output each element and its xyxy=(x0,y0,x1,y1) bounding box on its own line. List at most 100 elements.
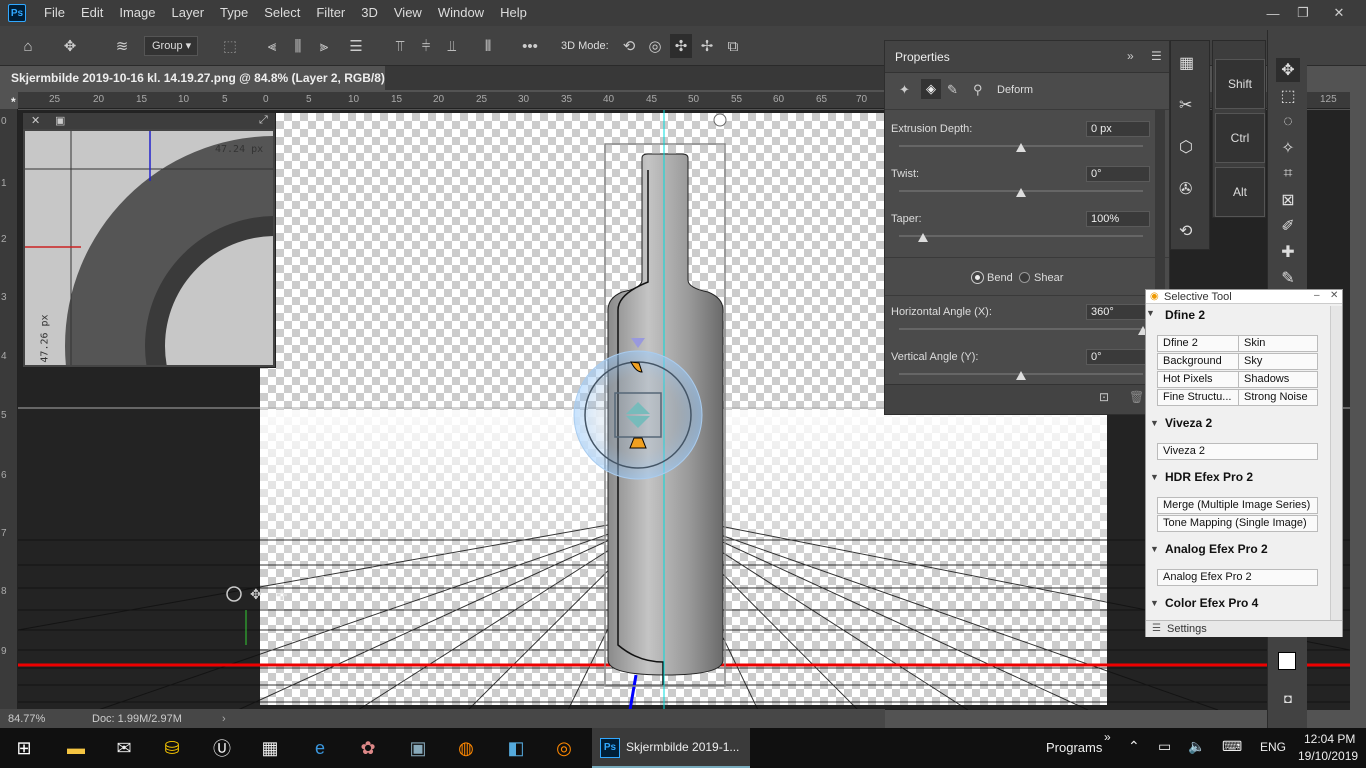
foreground-color-swatch[interactable] xyxy=(1278,652,1296,670)
horizontal-angle-slider[interactable] xyxy=(899,328,1143,330)
properties-panel[interactable]: Properties » ☰ ✦ ◈ ✎ ⚲ Deform Extrusion … xyxy=(884,40,1170,415)
frame-tool-icon[interactable]: ⊠ xyxy=(1276,188,1300,212)
cube-panel-icon[interactable]: ⬡ xyxy=(1179,137,1193,157)
cap-tab-icon[interactable]: ✎ xyxy=(947,82,958,98)
file-explorer-icon[interactable]: ▬ xyxy=(62,734,90,762)
color-efex-header[interactable]: Color Efex Pro 4 xyxy=(1165,596,1258,610)
align-right-icon[interactable]: ⫸ xyxy=(314,34,334,58)
hot-pixels-button[interactable]: Hot Pixels xyxy=(1157,371,1239,388)
slider-thumb[interactable] xyxy=(1016,188,1026,197)
volume-icon[interactable]: 🔈 xyxy=(1188,738,1205,755)
background-button[interactable]: Background xyxy=(1157,353,1239,370)
slider-thumb[interactable] xyxy=(1016,143,1026,152)
distribute-icon[interactable]: ☰ xyxy=(346,34,366,58)
merge-button[interactable]: Merge (Multiple Image Series) xyxy=(1157,497,1318,514)
brush-tool-icon[interactable]: ✎ xyxy=(1276,266,1300,290)
navigator-close-icon[interactable]: ✕ xyxy=(31,114,40,127)
more-options-icon[interactable]: ••• xyxy=(518,34,542,58)
menu-window[interactable]: Window xyxy=(430,0,492,26)
align-left-icon[interactable]: ⫷ xyxy=(262,34,282,58)
blender-icon[interactable]: ◎ xyxy=(550,734,578,762)
taper-field[interactable]: 100% xyxy=(1086,211,1150,227)
menu-image[interactable]: Image xyxy=(111,0,163,26)
menu-type[interactable]: Type xyxy=(212,0,256,26)
alt-key-button[interactable]: Alt xyxy=(1215,167,1265,217)
photos-icon[interactable]: ▣ xyxy=(404,734,432,762)
tone-mapping-button[interactable]: Tone Mapping (Single Image) xyxy=(1157,515,1318,532)
paint-icon[interactable]: ✿ xyxy=(354,734,382,762)
auto-select-icon[interactable]: ≋ xyxy=(110,34,134,58)
collapse-icon[interactable]: ▼ xyxy=(1150,598,1159,608)
selective-close-icon[interactable]: ✕ xyxy=(1330,290,1338,301)
app-icon[interactable]: ◧ xyxy=(502,734,530,762)
language-indicator[interactable]: ENG xyxy=(1260,740,1286,754)
axis-move-icon[interactable]: ✥ xyxy=(250,587,262,603)
settings-link[interactable]: Settings xyxy=(1167,623,1207,635)
navigator-expand-icon[interactable]: ⤢ xyxy=(259,114,268,127)
collapse-icon[interactable]: ▼ xyxy=(1150,472,1159,482)
3d-drag-icon[interactable]: ✣ xyxy=(670,34,692,58)
keyboard-icon[interactable]: ⌨ xyxy=(1222,738,1242,755)
eyedropper-icon[interactable]: ✐ xyxy=(1276,214,1300,238)
lasso-tool-icon[interactable]: ◌ xyxy=(1276,110,1300,134)
collapse-icon[interactable]: ▼ xyxy=(1150,418,1159,428)
align-bottom-icon[interactable]: ⫫ xyxy=(442,34,462,58)
menu-layer[interactable]: Layer xyxy=(164,0,213,26)
quick-mask-icon[interactable]: ◘ xyxy=(1276,686,1300,710)
collapse-icon[interactable]: ▼ xyxy=(1146,308,1155,318)
navigator-panel[interactable]: ✕ ▣ ⤢ 47.24 px 47.26 px xyxy=(22,112,276,368)
magic-wand-icon[interactable]: ✧ xyxy=(1276,136,1300,160)
menu-file[interactable]: File xyxy=(36,0,73,26)
bend-radio[interactable] xyxy=(971,271,984,284)
transform-controls-icon[interactable]: ⬚ xyxy=(218,34,242,58)
status-expand-icon[interactable]: › xyxy=(222,709,226,729)
trash-icon[interactable]: 🗑 xyxy=(1129,390,1144,404)
move-tool-icon[interactable]: ✥ xyxy=(1276,58,1300,82)
network-icon[interactable]: ▭ xyxy=(1158,738,1171,755)
properties-scrollbar[interactable] xyxy=(1155,110,1165,290)
calendar-icon[interactable]: ▦ xyxy=(256,734,284,762)
viveza-button[interactable]: Viveza 2 xyxy=(1157,443,1318,460)
strong-noise-button[interactable]: Strong Noise xyxy=(1238,389,1318,406)
clock-date[interactable]: 19/10/2019 xyxy=(1298,749,1358,763)
panel-menu-icon[interactable]: ☰ xyxy=(1151,49,1162,63)
programs-toolbar[interactable]: Programs xyxy=(1046,740,1102,755)
analog-header[interactable]: Analog Efex Pro 2 xyxy=(1165,542,1268,556)
3d-roll-icon[interactable]: ◎ xyxy=(644,34,666,58)
shift-key-button[interactable]: Shift xyxy=(1215,59,1265,109)
menu-edit[interactable]: Edit xyxy=(73,0,111,26)
axis-scale-icon[interactable]: ✜ xyxy=(276,588,288,604)
ctrl-key-button[interactable]: Ctrl xyxy=(1215,113,1265,163)
3d-orbit-icon[interactable]: ⟲ xyxy=(618,34,640,58)
taskbar-photoshop-item[interactable]: Ps Skjermbilde 2019-1... xyxy=(592,728,750,768)
align-top-icon[interactable]: ⫪ xyxy=(390,34,410,58)
crop-tool-icon[interactable]: ⌗ xyxy=(1276,162,1300,186)
align-center-icon[interactable]: ⫼ xyxy=(288,34,308,58)
vertical-angle-field[interactable]: 0° xyxy=(1086,349,1150,365)
close-button[interactable]: ✕ xyxy=(1322,0,1356,26)
3d-slide-icon[interactable]: ✢ xyxy=(696,34,718,58)
maximize-button[interactable]: ❐ xyxy=(1286,0,1320,26)
menu-help[interactable]: Help xyxy=(492,0,535,26)
skin-button[interactable]: Skin xyxy=(1238,335,1318,352)
menu-filter[interactable]: Filter xyxy=(308,0,353,26)
toolbar-expand-icon[interactable]: » xyxy=(1104,730,1111,744)
extrusion-depth-field[interactable]: 0 px xyxy=(1086,121,1150,137)
taper-slider[interactable] xyxy=(899,235,1143,237)
zoom-level[interactable]: 84.77% xyxy=(8,709,45,729)
shear-radio[interactable] xyxy=(1019,272,1030,283)
auto-select-dropdown[interactable]: Group ▾ xyxy=(144,36,198,56)
history-panel-icon[interactable]: ⟲ xyxy=(1179,221,1192,241)
horizontal-angle-field[interactable]: 360° xyxy=(1086,304,1150,320)
home-icon[interactable]: ⌂ xyxy=(16,34,40,58)
selective-scrollbar[interactable] xyxy=(1330,306,1342,620)
unreal-engine-icon[interactable]: Ⓤ xyxy=(208,734,236,762)
tools-panel-icon[interactable]: ✂ xyxy=(1179,95,1192,115)
menu-view[interactable]: View xyxy=(386,0,430,26)
selective-minimize-icon[interactable]: – xyxy=(1314,290,1320,301)
tray-expand-icon[interactable]: ⌃ xyxy=(1128,738,1140,755)
collapse-icon[interactable]: ▼ xyxy=(1150,544,1159,554)
navigator-menu-icon[interactable]: ▣ xyxy=(55,114,65,127)
healing-brush-icon[interactable]: ✚ xyxy=(1276,240,1300,264)
slider-thumb[interactable] xyxy=(1016,371,1026,380)
